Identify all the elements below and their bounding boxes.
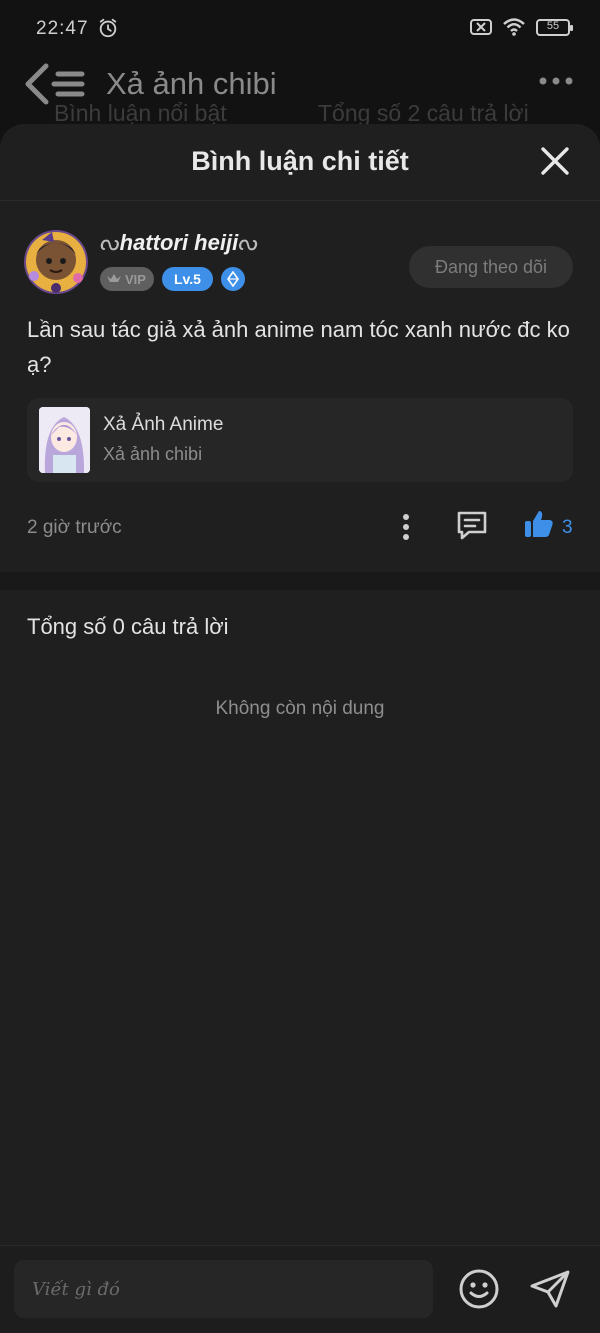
user-badges: VIP Lv.5 [100,267,245,291]
thumbs-up-icon[interactable] [523,508,555,540]
alarm-icon [99,18,117,38]
empty-state-text: Không còn nội dung [215,698,385,719]
avatar[interactable] [24,230,88,294]
gem-badge [220,267,245,291]
battery-level: 55 [546,19,560,32]
post-title: Xả Ảnh Anime [103,414,224,435]
replies-count-title: Tổng số 0 câu trả lời [27,614,229,639]
composer-bar [0,1245,600,1333]
background-replies-label: Tổng số 2 câu trả lời [318,100,529,126]
send-icon[interactable] [528,1268,572,1310]
post-subtitle: Xả ảnh chibi [103,444,203,464]
wifi-icon [503,18,525,36]
more-horizontal-icon[interactable] [538,76,574,86]
comment-text: Lần sau tác giả xả ảnh anime nam tóc xan… [27,317,570,377]
sheet-title: Bình luận chi tiết [191,146,409,176]
level-badge: Lv.5 [161,267,213,291]
more-vertical-icon[interactable] [396,512,416,542]
background-title: Xả ảnh chibi [106,66,277,101]
reply-icon[interactable] [455,508,489,542]
post-thumbnail [39,407,90,473]
following-button[interactable]: Đang theo dõi [409,246,573,288]
like-count: 3 [562,517,573,538]
section-divider [0,572,600,590]
comment-input[interactable] [14,1260,433,1318]
comment-detail-sheet: Bình luận chi tiết ᔓhattori heijiᔓ VIP L… [0,124,600,1333]
vip-badge: VIP [100,267,154,291]
status-time: 22:47 [36,18,89,39]
background-featured-label: Bình luận nổi bật [54,100,227,126]
referenced-post-card[interactable]: Xả Ảnh Anime Xả ảnh chibi [27,398,573,482]
vip-badge-label: VIP [125,271,146,287]
gem-icon [226,271,239,287]
screen: 22:47 55 Xả ảnh chibi Bình luận nổi bật … [0,0,600,1333]
sim-off-icon [470,19,492,35]
sheet-header: Bình luận chi tiết [0,124,600,201]
status-bar: 22:47 55 [0,0,600,58]
username-text: hattori heiji [119,230,239,255]
battery-icon: 55 [536,18,573,36]
close-icon[interactable] [540,146,570,176]
status-icons: 55 [470,17,573,37]
emoji-icon[interactable] [458,1268,500,1310]
comment-time: 2 giờ trước [27,517,122,538]
username[interactable]: ᔓhattori heijiᔓ [100,230,258,256]
crown-icon [107,274,121,282]
